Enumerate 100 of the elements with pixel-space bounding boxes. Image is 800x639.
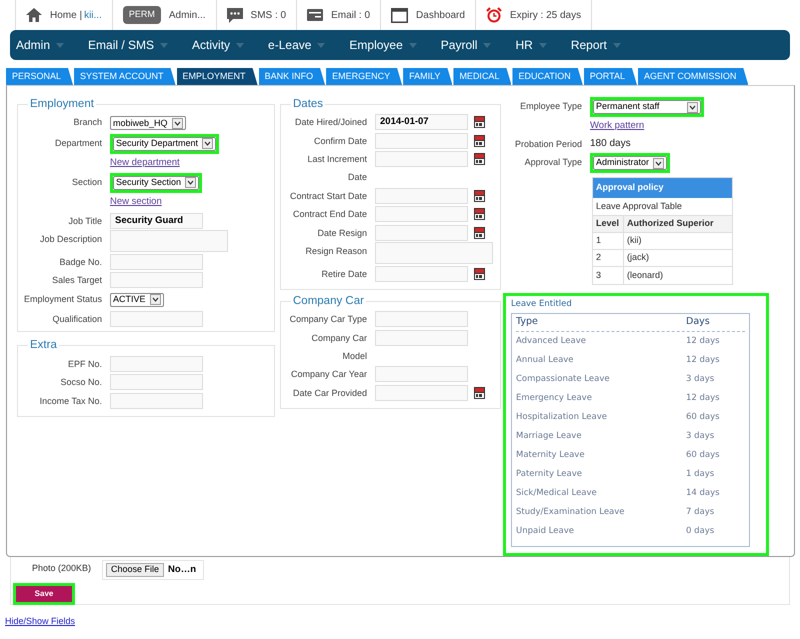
- caret-icon: [538, 42, 547, 48]
- perm-badge: PERM: [122, 6, 161, 24]
- link[interactable]: Work pattern: [590, 118, 644, 134]
- alarm-clock-icon: [486, 7, 502, 23]
- chat-icon: [226, 8, 243, 22]
- menu-item[interactable]: e-Leave: [268, 36, 326, 54]
- table-cell: 7 days: [686, 506, 714, 519]
- date-field[interactable]: [375, 151, 468, 168]
- top-link[interactable]: Home |: [50, 8, 82, 22]
- field-label: Company Car Model: [310, 332, 367, 362]
- calendar-icon[interactable]: [474, 116, 485, 128]
- card-icon: [307, 9, 324, 21]
- tab[interactable]: BANK INFO: [258, 68, 326, 85]
- table-cell-text: (kii): [626, 234, 642, 248]
- link[interactable]: New section: [110, 194, 162, 210]
- field-label: Badge No.: [58, 256, 102, 269]
- text-field[interactable]: [110, 356, 203, 372]
- tab[interactable]: PERSONAL: [6, 68, 74, 85]
- field-label: Socso No.: [59, 376, 102, 389]
- text-field[interactable]: [110, 374, 203, 390]
- file-picker[interactable]: Choose File No…n: [102, 560, 204, 580]
- table-cell-text: (jack): [626, 251, 649, 264]
- calendar-icon[interactable]: [474, 386, 485, 398]
- text-area[interactable]: [110, 230, 228, 252]
- menu-item[interactable]: Report: [570, 36, 621, 54]
- field-label: EPF No.: [66, 358, 102, 370]
- field-label: Company Car Year: [290, 368, 367, 381]
- field-label: Date Hired/Joined: [294, 116, 367, 130]
- tab[interactable]: EMPLOYMENT: [176, 68, 258, 85]
- menu-item[interactable]: HR: [515, 36, 547, 54]
- toggle-fields-link[interactable]: Hide/Show Fields: [5, 616, 76, 626]
- caret-icon: [236, 42, 244, 48]
- save-button[interactable]: Save: [16, 586, 72, 602]
- column-header: Authorized Superior: [626, 217, 714, 230]
- dropdown[interactable]: mobiweb_HQ: [110, 116, 186, 130]
- date-field[interactable]: 2014-01-07: [375, 114, 468, 130]
- dropdown[interactable]: Administrator: [593, 156, 668, 170]
- text-field[interactable]: [375, 330, 468, 346]
- menu-item[interactable]: Payroll: [440, 36, 492, 54]
- text-field[interactable]: Security Guard: [110, 212, 203, 229]
- dropdown[interactable]: Security Department: [113, 136, 216, 151]
- table-cell-text: Marriage Leave: [516, 430, 583, 443]
- field-value: 180 days: [590, 137, 631, 151]
- text-field[interactable]: [110, 272, 203, 288]
- menu-item[interactable]: Email / SMS: [88, 36, 168, 54]
- tab[interactable]: EDUCATION: [512, 68, 583, 85]
- date-field[interactable]: [375, 224, 468, 241]
- calendar-icon[interactable]: [474, 153, 485, 166]
- text-field[interactable]: [375, 311, 468, 327]
- date-field[interactable]: [375, 206, 468, 222]
- field-label: Employment Status: [24, 292, 102, 306]
- menu-item[interactable]: Admin: [16, 36, 64, 54]
- field-label: Department: [54, 136, 102, 150]
- top-link[interactable]: SMS : 0: [250, 8, 286, 22]
- link[interactable]: New department: [110, 155, 180, 172]
- table-cell-text: Sick/Medical Leave: [516, 487, 598, 500]
- calendar-icon[interactable]: [474, 190, 485, 202]
- panel-title: Leave Entitled: [511, 298, 573, 311]
- text-field[interactable]: [110, 311, 203, 328]
- date-field[interactable]: [375, 132, 468, 149]
- field-label: Branch: [72, 116, 102, 130]
- dropdown[interactable]: Security Section: [113, 176, 200, 190]
- tab[interactable]: PORTAL: [584, 68, 637, 85]
- top-link[interactable]: Dashboard: [416, 8, 465, 22]
- text-field[interactable]: [110, 392, 203, 408]
- tab[interactable]: EMERGENCY: [326, 68, 402, 85]
- table-cell: 0 days: [686, 525, 714, 538]
- calendar-icon[interactable]: [474, 226, 485, 239]
- field-label: Date Car Provided: [292, 386, 367, 400]
- table-cell-text: Hospitalization Leave: [516, 411, 608, 424]
- date-field[interactable]: [375, 384, 468, 400]
- calendar-icon[interactable]: [474, 268, 485, 280]
- table-cell-text: Maternity Leave: [516, 449, 586, 462]
- calendar-icon[interactable]: [474, 134, 485, 147]
- field-label: Qualification: [51, 313, 102, 326]
- user-link[interactable]: kii...: [84, 8, 102, 22]
- table-cell: 1: [593, 233, 624, 249]
- table-cell: 14 days: [686, 487, 720, 500]
- calendar-icon[interactable]: [474, 208, 485, 220]
- menu-item[interactable]: Employee: [349, 36, 417, 54]
- choose-file-button[interactable]: Choose File: [106, 563, 164, 577]
- date-field[interactable]: [375, 266, 468, 282]
- date-field[interactable]: [375, 188, 468, 204]
- dropdown[interactable]: Permanent staff: [593, 100, 701, 114]
- table-cell-text: Study/Examination Leave: [516, 506, 626, 519]
- top-link[interactable]: Expiry : 25 days: [510, 8, 582, 22]
- dropdown[interactable]: ACTIVE: [110, 292, 164, 307]
- section-title: Dates: [292, 97, 324, 112]
- field-label: Retire Date: [320, 268, 367, 281]
- tab[interactable]: AGENT COMMISSION: [638, 68, 748, 85]
- top-link[interactable]: Admin...: [168, 8, 206, 22]
- menu-item[interactable]: Activity: [192, 36, 244, 54]
- top-link[interactable]: Email : 0: [331, 8, 370, 22]
- text-field[interactable]: [375, 366, 468, 382]
- tab[interactable]: SYSTEM ACCOUNT: [74, 68, 176, 85]
- tab[interactable]: MEDICAL: [453, 68, 512, 85]
- tab[interactable]: FAMILY: [403, 68, 452, 85]
- field-label: Confirm Date: [312, 134, 367, 148]
- table-cell: 3: [593, 267, 624, 284]
- text-field[interactable]: [110, 254, 203, 270]
